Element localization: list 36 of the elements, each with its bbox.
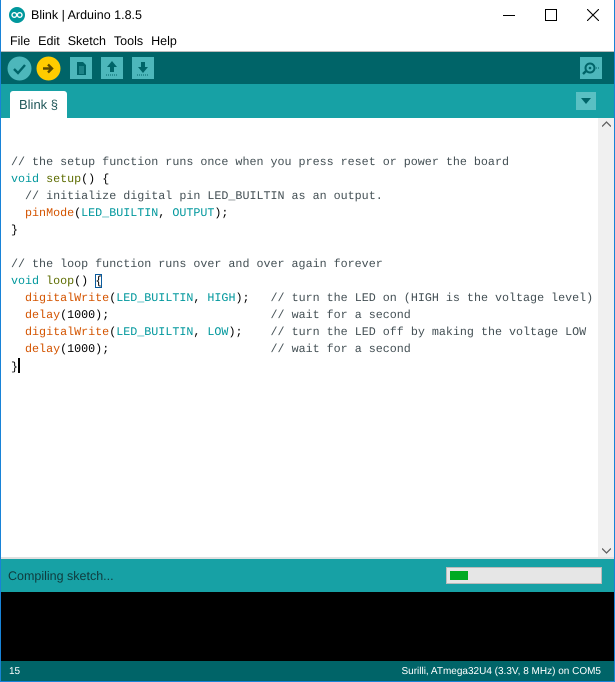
close-icon[interactable] <box>587 9 599 21</box>
new-button[interactable] <box>70 57 92 79</box>
text-cursor <box>18 358 20 373</box>
code-line: // the loop function runs over and over again forever <box>11 257 383 271</box>
menu-item[interactable]: Help <box>147 34 181 48</box>
scroll-up-icon[interactable] <box>602 121 610 127</box>
menu-item[interactable]: Sketch <box>64 34 110 48</box>
code-line: delay(1000); // wait for a second <box>24 308 411 322</box>
code-line: // the setup function runs once when you press reset or power the board <box>11 155 509 169</box>
code-line: delay(1000); // wait for a second <box>24 342 411 356</box>
tab-menu-button[interactable] <box>576 92 596 110</box>
code-line: void setup() { <box>11 172 110 186</box>
line-number: 15 <box>9 666 20 676</box>
status-message: Compiling sketch... <box>8 568 115 582</box>
code-line: } <box>11 360 18 374</box>
code-line: pinMode(LED_BUILTIN, OUTPUT); <box>24 206 228 220</box>
code-line: // initialize digital pin LED_BUILTIN as an output. <box>24 189 383 203</box>
maximize-icon[interactable] <box>545 9 557 21</box>
save-button[interactable] <box>132 57 154 79</box>
code-line: void loop() { <box>11 274 102 288</box>
code-line: digitalWrite(LED_BUILTIN, HIGH); // turn the LED on (HIGH is the voltage level) <box>24 291 594 305</box>
open-button[interactable] <box>101 57 123 79</box>
menu-item[interactable]: Tools <box>110 34 148 48</box>
menu-item[interactable]: Edit <box>34 34 64 48</box>
verify-button[interactable] <box>7 56 32 80</box>
serial-monitor-button[interactable] <box>580 57 602 79</box>
sketch-tab[interactable]: Blink § <box>10 91 68 118</box>
scrollbar[interactable] <box>598 118 614 557</box>
code-line: } <box>11 223 18 237</box>
upload-button[interactable] <box>36 56 61 80</box>
app-logo-icon <box>9 7 25 23</box>
board-info: Surilli, ATmega32U4 (3.3V, 8 MHz) on COM5 <box>401 666 601 676</box>
window-title: Blink | Arduino 1.8.5 <box>31 8 143 22</box>
code-line: digitalWrite(LED_BUILTIN, LOW); // turn the LED off by making the voltage LOW <box>24 325 586 339</box>
scroll-down-icon[interactable] <box>602 548 610 554</box>
menu-item[interactable]: File <box>6 34 34 48</box>
